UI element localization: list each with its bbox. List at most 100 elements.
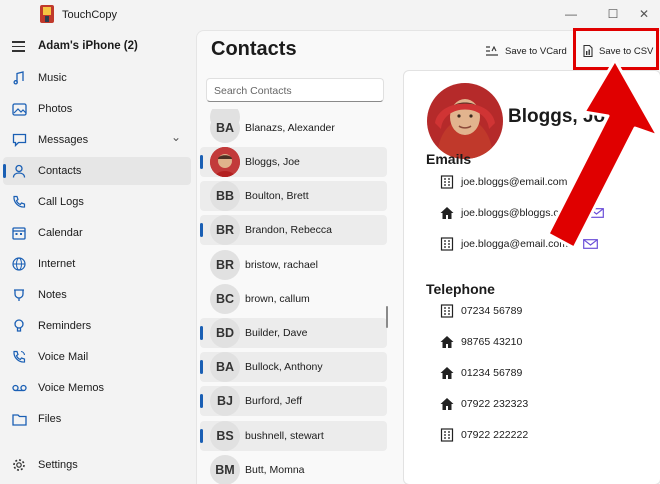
- device-header: Adam's iPhone (2): [0, 30, 196, 64]
- avatar: BR: [210, 215, 240, 245]
- contact-name: Burford, Jeff: [245, 395, 303, 407]
- avatar: [210, 147, 240, 177]
- list-item[interactable]: BJ Burford, Jeff: [200, 386, 387, 416]
- calendar-icon: [11, 225, 27, 241]
- contact-photo: [210, 147, 240, 177]
- contact-name: Brandon, Rebecca: [245, 224, 332, 236]
- contact-name: Builder, Dave: [245, 327, 308, 339]
- sidebar-item-settings[interactable]: Settings: [3, 451, 191, 479]
- phone-row[interactable]: 01234 56789: [440, 364, 650, 382]
- sidebar-item-calendar[interactable]: Calendar: [3, 219, 191, 247]
- voicememo-icon: [11, 380, 27, 396]
- contact-name: bristow, rachael: [245, 259, 318, 271]
- building-icon: [440, 237, 454, 251]
- home-icon: [440, 367, 454, 379]
- contacts-icon: [11, 163, 27, 179]
- list-item[interactable]: BR bristow, rachael: [200, 250, 387, 280]
- sidebar-item-voice-mail[interactable]: Voice Mail: [3, 343, 191, 371]
- phone-value: 07234 56789: [461, 305, 523, 317]
- sidebar: Adam's iPhone (2) Music Photos Messages …: [0, 30, 196, 484]
- phone-row[interactable]: 07922 222222: [440, 426, 650, 444]
- globe-icon: [11, 256, 27, 272]
- sidebar-item-label: Settings: [38, 459, 78, 471]
- reminders-icon: [11, 318, 27, 334]
- list-item[interactable]: BS bushnell, stewart: [200, 421, 387, 451]
- list-item[interactable]: BM Butt, Momna: [200, 455, 387, 484]
- sidebar-item-notes[interactable]: Notes: [3, 281, 191, 309]
- notes-icon: [11, 287, 27, 303]
- building-icon: [440, 428, 454, 442]
- phone-value: 01234 56789: [461, 367, 523, 379]
- building-icon: [440, 304, 454, 318]
- sidebar-item-call-logs[interactable]: Call Logs: [3, 188, 191, 216]
- selection-marker: [200, 326, 203, 340]
- save-to-vcard-label: Save to VCard: [505, 45, 567, 57]
- list-item[interactable]: BD Builder, Dave: [200, 318, 387, 348]
- red-arrow-annotation: [546, 58, 656, 248]
- contact-name: Bloggs, Joe: [245, 156, 300, 168]
- close-button[interactable]: ✕: [628, 4, 660, 24]
- home-icon: [440, 398, 454, 410]
- emails-section-title: Emails: [426, 151, 472, 167]
- sidebar-item-label: Photos: [38, 103, 73, 115]
- voicemail-icon: [11, 349, 27, 365]
- music-icon: [11, 70, 27, 86]
- avatar: BD: [210, 318, 240, 348]
- search-input[interactable]: Search Contacts: [206, 78, 384, 102]
- list-item[interactable]: Bloggs, Joe: [200, 147, 387, 177]
- phone-row[interactable]: 07922 232323: [440, 395, 650, 413]
- building-icon: [440, 175, 454, 189]
- phone-row[interactable]: 98765 43210: [440, 333, 650, 351]
- sidebar-item-music[interactable]: Music: [3, 64, 191, 92]
- sidebar-item-voice-memos[interactable]: Voice Memos: [3, 374, 191, 402]
- sidebar-item-files[interactable]: Files: [3, 405, 191, 433]
- hamburger-menu-icon[interactable]: [12, 41, 25, 52]
- telephone-section-title: Telephone: [426, 281, 495, 297]
- phone-row[interactable]: 07234 56789: [440, 302, 650, 320]
- photos-icon: [11, 101, 27, 117]
- sidebar-item-reminders[interactable]: Reminders: [3, 312, 191, 340]
- chevron-down-icon[interactable]: ⌄: [171, 130, 181, 144]
- sidebar-item-label: Voice Mail: [38, 351, 89, 363]
- avatar: BB: [210, 181, 240, 211]
- sidebar-item-label: Contacts: [38, 165, 82, 177]
- sidebar-item-label: Voice Memos: [38, 382, 105, 394]
- sidebar-item-label: Calendar: [38, 227, 83, 239]
- list-item[interactable]: BB Boulton, Brett: [200, 181, 387, 211]
- selection-marker: [200, 429, 203, 443]
- avatar: BJ: [210, 386, 240, 416]
- sidebar-item-label: Internet: [38, 258, 76, 270]
- contact-name: Boulton, Brett: [245, 190, 309, 202]
- phone-value: 07922 222222: [461, 429, 529, 441]
- list-item[interactable]: BR Brandon, Rebecca: [200, 215, 387, 245]
- sidebar-item-label: Notes: [38, 289, 67, 301]
- folder-icon: [11, 411, 27, 427]
- list-scrollbar[interactable]: [386, 306, 388, 328]
- touchcopy-logo-icon: [40, 5, 54, 23]
- sidebar-item-photos[interactable]: Photos: [3, 95, 191, 123]
- maximize-button[interactable]: ☐: [597, 4, 629, 24]
- sidebar-item-internet[interactable]: Internet: [3, 250, 191, 278]
- list-item[interactable]: BA Bullock, Anthony: [200, 352, 387, 382]
- avatar: BR: [210, 250, 240, 280]
- minimize-button[interactable]: —: [555, 4, 587, 24]
- phone-icon: [11, 194, 27, 210]
- selection-marker: [200, 394, 203, 408]
- sidebar-item-label: Files: [38, 413, 62, 425]
- sidebar-item-label: Messages: [38, 134, 89, 146]
- selection-marker: [200, 155, 203, 169]
- list-item[interactable]: BC brown, callum: [200, 284, 387, 314]
- sidebar-item-contacts[interactable]: Contacts: [3, 157, 191, 185]
- contact-name: bushnell, stewart: [245, 430, 324, 442]
- gear-icon: [11, 457, 27, 473]
- vcard-list-icon: [486, 46, 498, 56]
- list-item[interactable]: BA Blanazs, Alexander: [200, 113, 387, 143]
- avatar: BC: [210, 284, 240, 314]
- contact-name: Butt, Momna: [245, 464, 305, 476]
- avatar: BM: [210, 455, 240, 484]
- contact-name: Blanazs, Alexander: [245, 122, 335, 134]
- home-icon: [440, 336, 454, 348]
- phone-value: 07922 232323: [461, 398, 529, 410]
- sidebar-item-label: Music: [38, 72, 67, 84]
- sidebar-item-messages[interactable]: Messages ⌄: [3, 126, 191, 154]
